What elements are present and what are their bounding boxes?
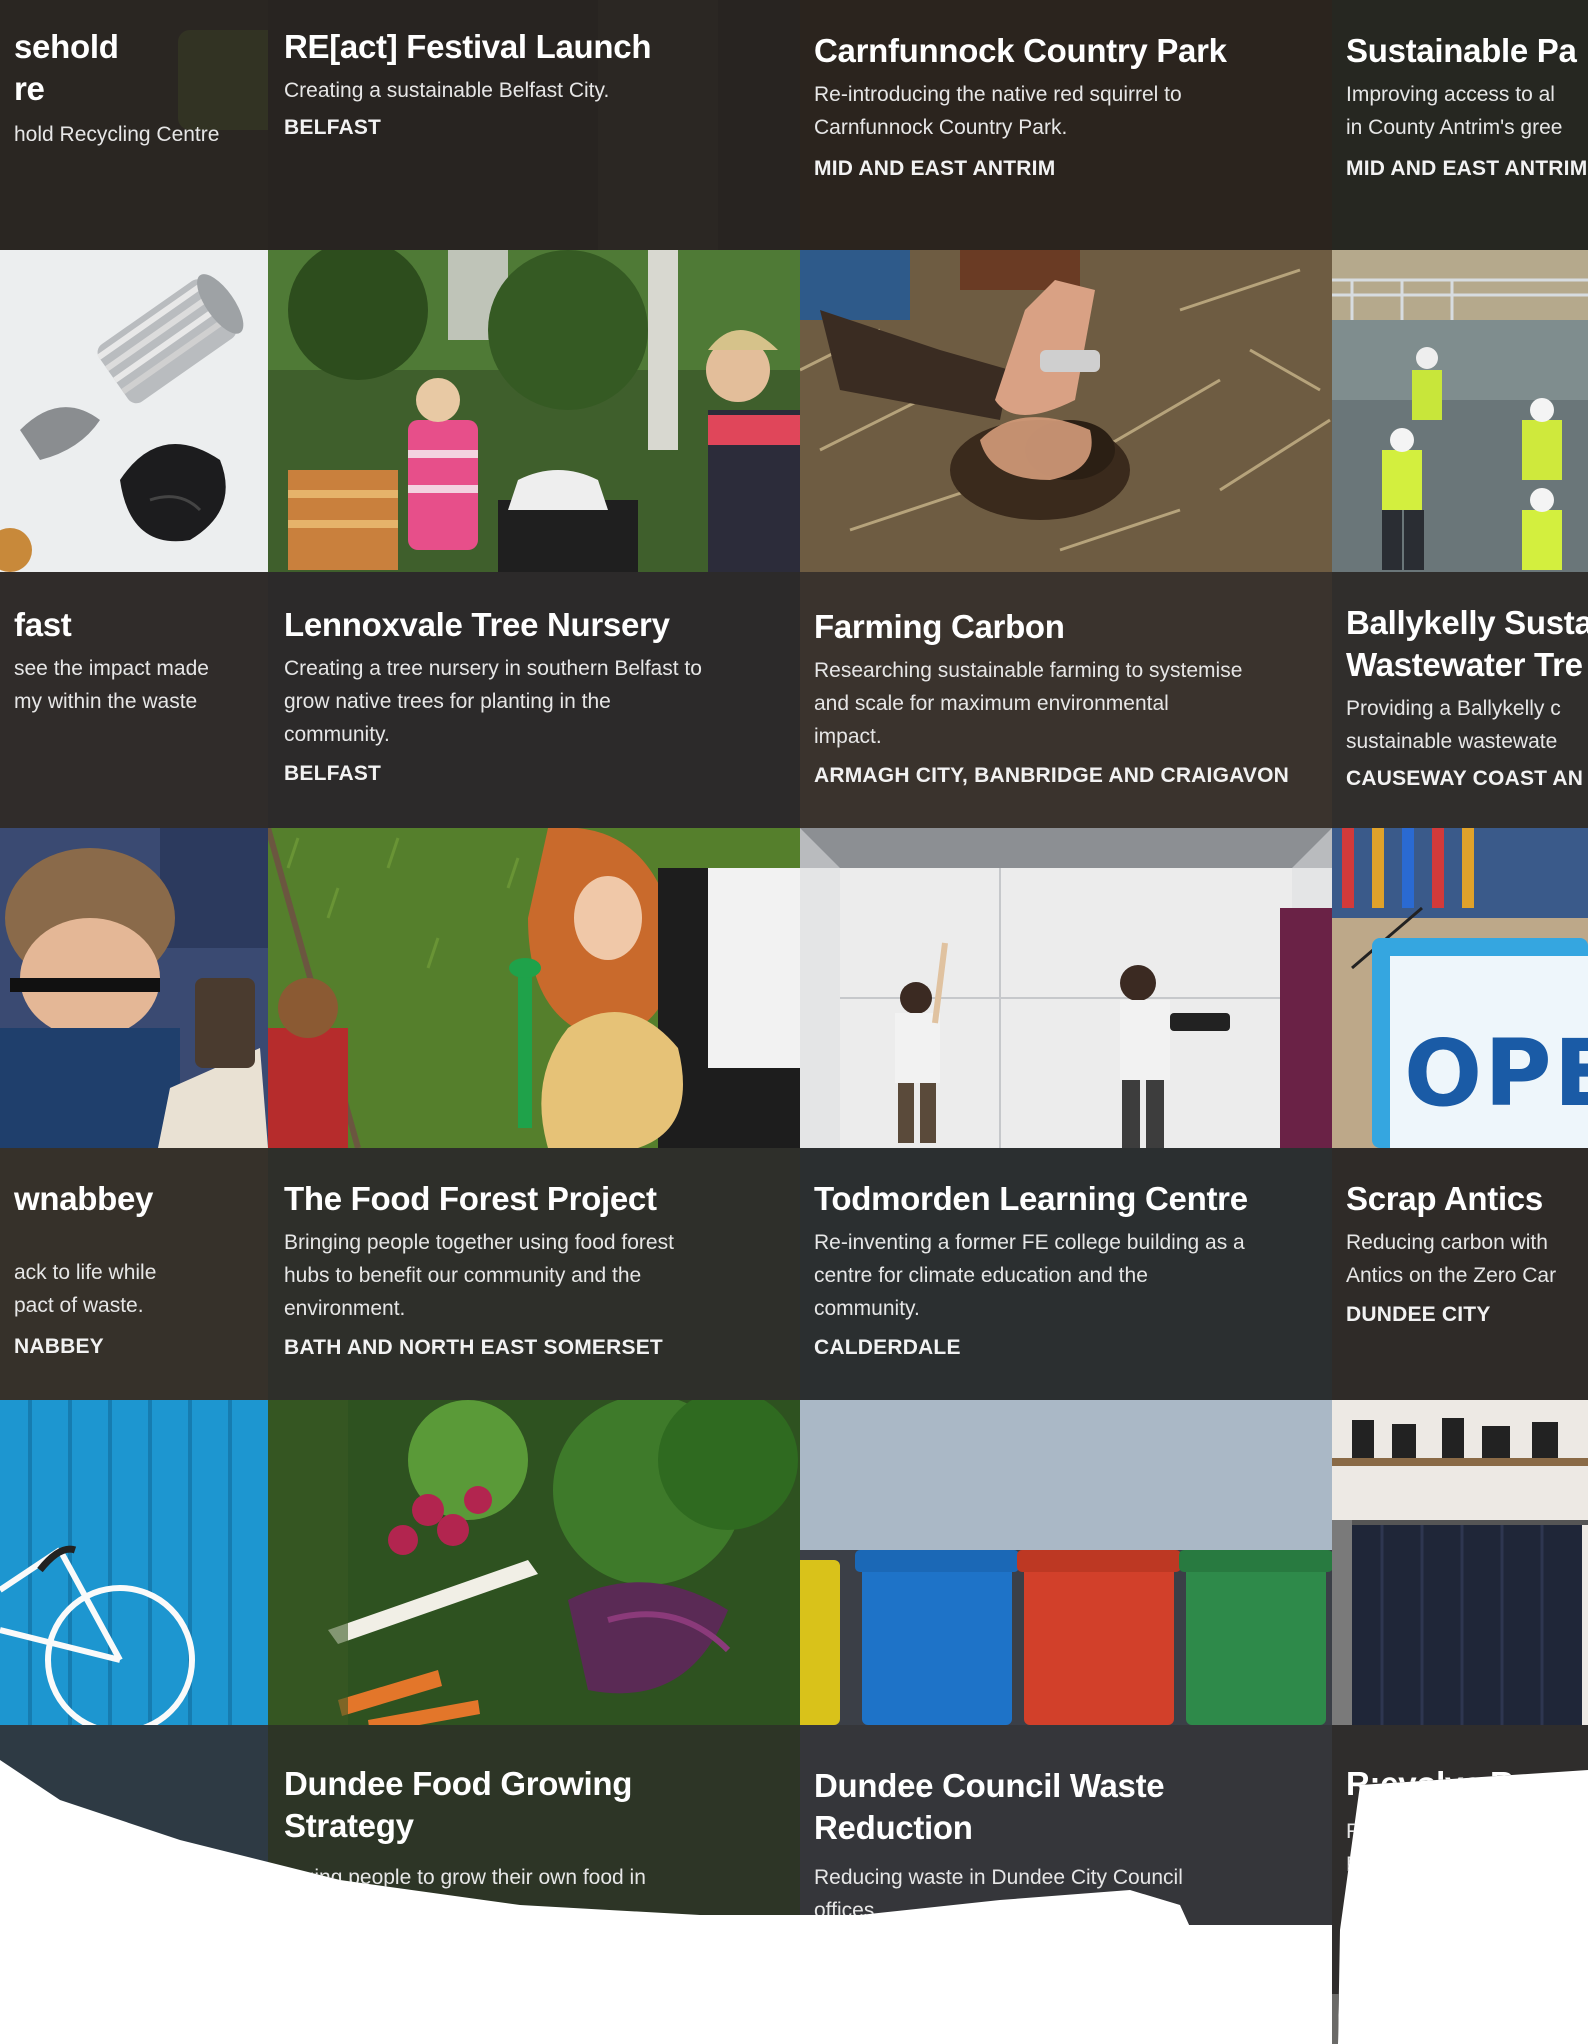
card-location: CALDERDALE <box>814 1336 961 1359</box>
card-description-line: Providing a Ballykelly c <box>1346 697 1561 720</box>
card-description-line: environment. <box>284 1297 406 1320</box>
project-card[interactable]: Farming Carbon Researching sustainable f… <box>800 572 1332 828</box>
card-title-line2: re <box>14 70 45 107</box>
card-location: BELFAST <box>284 116 382 139</box>
card-description: Creating a sustainable Belfast City. <box>284 79 610 102</box>
card-title: Carnfunnock Country Park <box>814 32 1227 69</box>
card-title: Dundee Council Waste <box>814 1767 1165 1804</box>
card-title: Todmorden Learning Centre <box>814 1180 1248 1217</box>
card-title: RE[act] Festival Launch <box>284 28 652 65</box>
card-title: wnabbey <box>14 1180 154 1217</box>
card-description-line: hubs to benefit our community and the <box>284 1264 642 1287</box>
can-and-bag-photo <box>0 250 268 572</box>
card-description-line: impact. <box>814 725 882 748</box>
soil-in-hand-photo <box>800 250 1332 572</box>
card-description-line: ack to life while <box>14 1261 157 1284</box>
project-card[interactable]: RE[act] Festival Launch Creating a susta… <box>268 0 800 250</box>
card-title: Lennoxvale Tree Nursery <box>284 606 670 643</box>
project-card[interactable]: Dundee Food Growing Strategy raging peop… <box>268 1725 800 1925</box>
card-location: MID AND EAST ANTRIM <box>814 157 1056 180</box>
card-location: ARMAGH CITY, BANBRIDGE AND CRAIGAVON <box>814 764 1290 787</box>
project-card[interactable]: Lennoxvale Tree Nursery Creating a tree … <box>268 572 800 828</box>
open-sign-photo: OPE <box>1332 828 1588 1148</box>
card-description-line: pact of waste. <box>14 1294 144 1317</box>
card-title: Sustainable Pa <box>1346 32 1577 69</box>
clothes-rack-photo <box>1332 1400 1588 1725</box>
card-title: sehold <box>14 28 119 65</box>
card-description-line: see the impact made <box>14 657 209 680</box>
card-description-line: Reducin <box>1346 1820 1424 1843</box>
card-description-line: raging people to grow their own food in <box>284 1866 646 1889</box>
card-description-line: Creating a tree nursery in southern Belf… <box>284 657 702 680</box>
card-location: DUNDEE CITY <box>1346 1303 1491 1326</box>
project-card[interactable]: fast see the impact made my within the w… <box>0 572 268 828</box>
card-location: MID AND EAST ANTRIM <box>1346 157 1588 180</box>
card-location: BATH AND NORTH EAST SOMERSET <box>284 1336 663 1359</box>
project-card[interactable]: sehold re hold Recycling Centre <box>0 0 268 250</box>
card-description-line: sustainable wastewate <box>1346 730 1558 753</box>
card-description-line: Re-introducing the native red squirrel t… <box>814 83 1182 106</box>
bicycle-blue-wall-photo <box>0 1400 268 1725</box>
card-title: Ballykelly Susta <box>1346 604 1588 641</box>
card-description-line: community. <box>284 723 390 746</box>
project-card[interactable]: Sustainable Pa Improving access to al in… <box>1332 0 1588 250</box>
card-description-line: Antics on the Zero Car <box>1346 1264 1557 1287</box>
card-description-line: in County Antrim's gree <box>1346 116 1563 139</box>
child-at-table-photo <box>0 828 268 1148</box>
card-description-line: centre for climate education and the <box>814 1264 1148 1287</box>
card-description-line: grow native trees for planting in the <box>284 690 611 713</box>
project-card[interactable] <box>0 1725 268 1865</box>
tree-nursery-volunteers-photo <box>268 250 800 572</box>
open-sign-text: OPE <box>1404 1020 1588 1127</box>
project-card[interactable]: Todmorden Learning Centre Re-inventing a… <box>800 1148 1332 1400</box>
card-description-line: Re-inventing a former FE college buildin… <box>814 1231 1245 1254</box>
wall-painting-photo <box>800 828 1332 1148</box>
card-description-line: R <box>1346 1853 1362 1876</box>
card-description-line: community. <box>814 1297 920 1320</box>
project-card[interactable]: R:evolve Recy Reducin R <box>1332 1725 1588 2044</box>
card-description-line: and scale for maximum environmental <box>814 692 1169 715</box>
vegetables-photo <box>268 1400 800 1725</box>
card-title: The Food Forest Project <box>284 1180 657 1217</box>
recycling-bins-photo <box>800 1400 1332 1725</box>
project-card[interactable]: Carnfunnock Country Park Re-introducing … <box>800 0 1332 250</box>
storefront-strip <box>1332 1994 1588 2044</box>
project-card[interactable]: Ballykelly Susta Wastewater Tre Providin… <box>1332 572 1588 828</box>
children-planting-photo <box>268 828 800 1148</box>
card-title-line2: Reduction <box>814 1809 973 1846</box>
card-title: R:evolve Recy <box>1346 1765 1568 1802</box>
project-grid: sehold re hold Recycling Centre RE[act] … <box>0 0 1588 2044</box>
card-description-line: my within the waste <box>14 690 198 713</box>
card-description-line: Researching sustainable farming to syste… <box>814 659 1243 682</box>
card-title-line2: Wastewater Tre <box>1346 646 1583 683</box>
project-card[interactable]: Scrap Antics Reducing carbon with Antics… <box>1332 1148 1588 1400</box>
card-description-line: offices. <box>814 1899 881 1922</box>
card-location: CAUSEWAY COAST AN <box>1346 767 1584 790</box>
card-title: Scrap Antics <box>1346 1180 1543 1217</box>
card-description: hold Recycling Centre <box>14 123 220 146</box>
wastewater-plant-workers-photo <box>1332 250 1588 572</box>
card-title: fast <box>14 606 72 643</box>
card-description-line: Reducing waste in Dundee City Council <box>814 1866 1183 1889</box>
card-description-line: Improving access to al <box>1346 83 1555 106</box>
card-description-line: Carnfunnock Country Park. <box>814 116 1068 139</box>
card-title-line2: Strategy <box>284 1807 414 1844</box>
card-location: BELFAST <box>284 762 382 785</box>
card-title: Farming Carbon <box>814 608 1065 645</box>
card-description-line: Reducing carbon with <box>1346 1231 1548 1254</box>
card-location: NABBEY <box>14 1335 104 1358</box>
card-description-line: Bringing people together using food fore… <box>284 1231 674 1254</box>
card-title: Dundee Food Growing <box>284 1765 633 1802</box>
project-card[interactable]: The Food Forest Project Bringing people … <box>268 1148 800 1400</box>
project-card[interactable]: Dundee Council Waste Reduction Reducing … <box>800 1725 1332 1925</box>
project-card[interactable]: wnabbey ack to life while pact of waste.… <box>0 1148 268 1400</box>
